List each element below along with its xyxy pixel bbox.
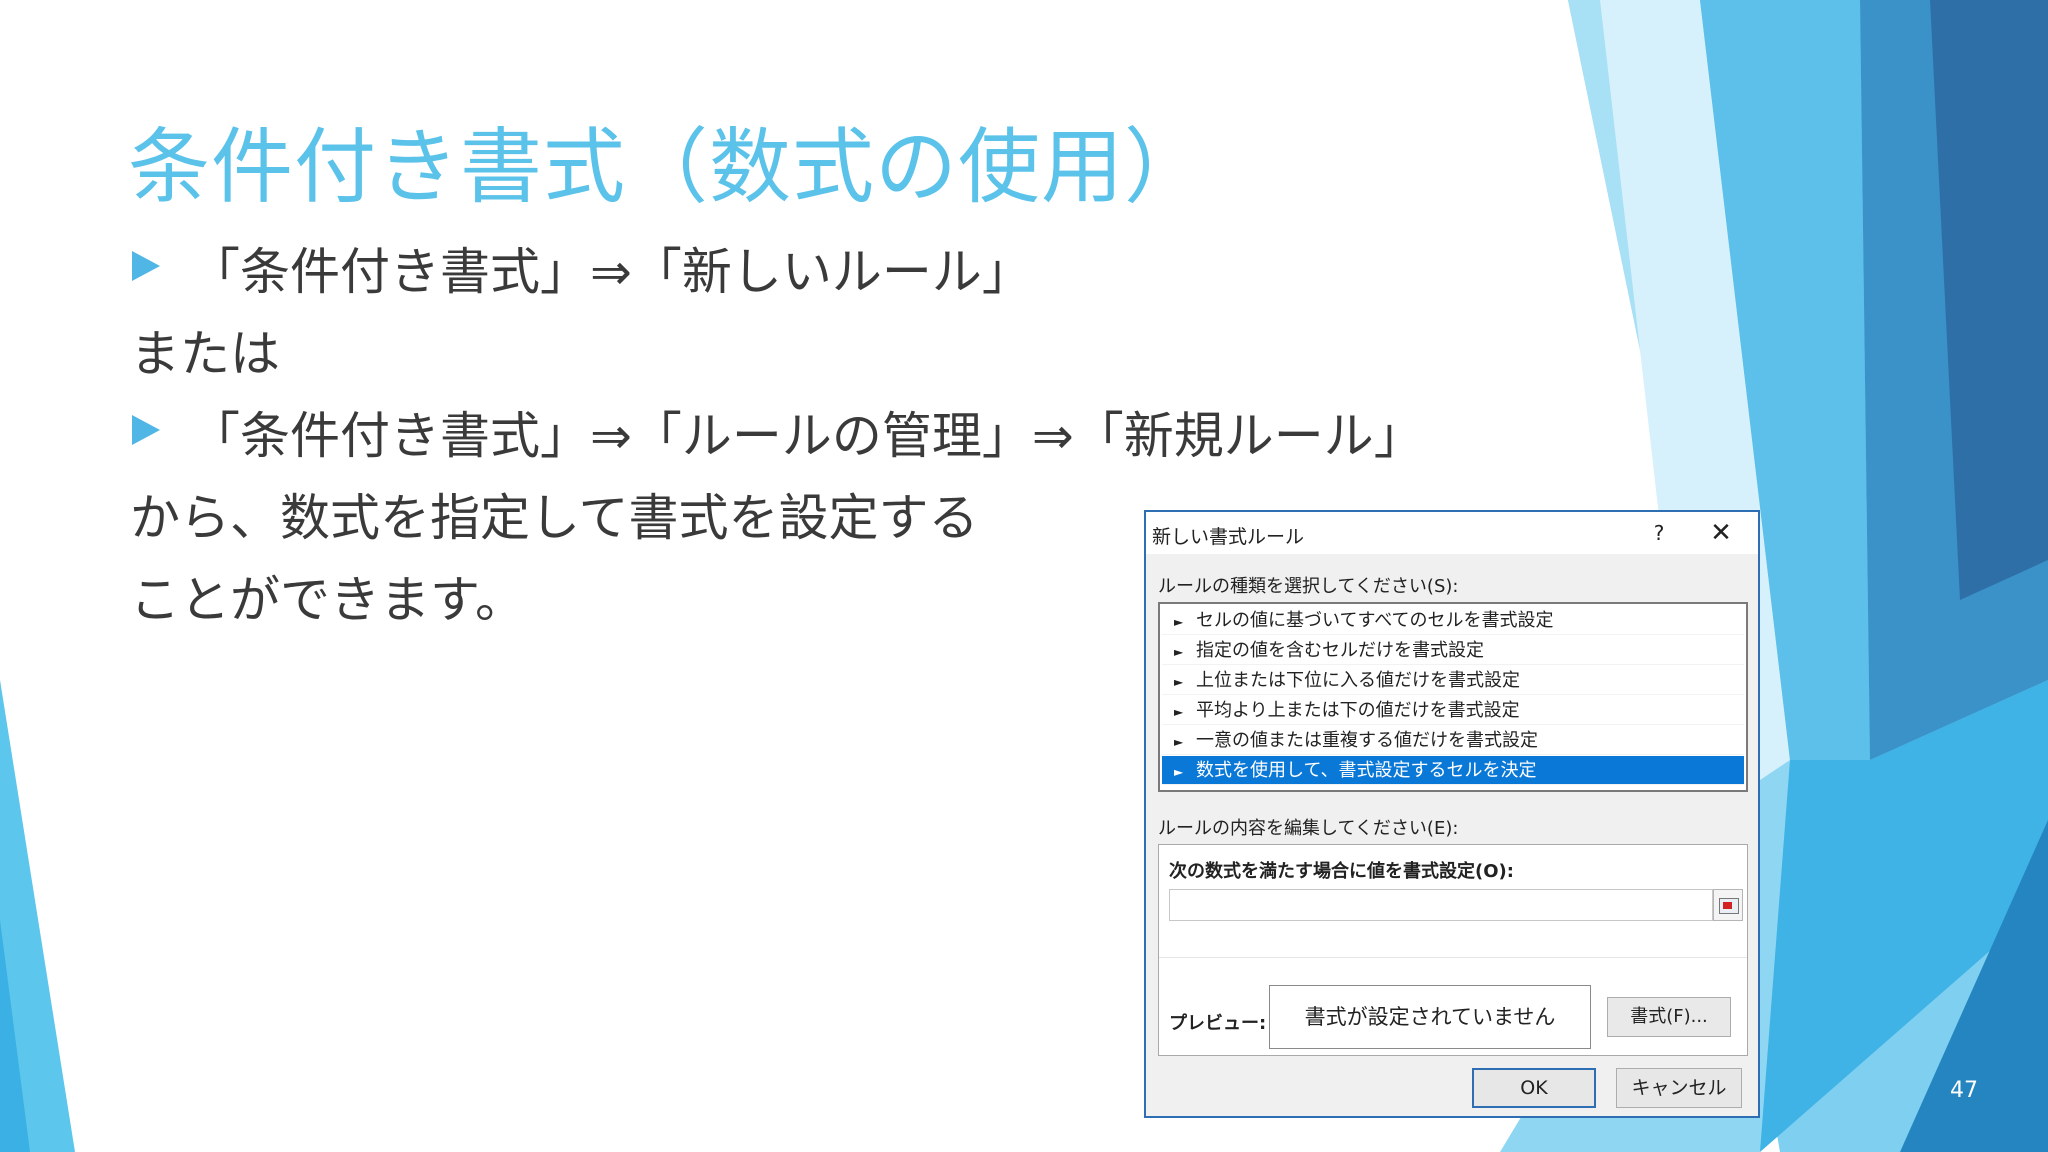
rule-type-list[interactable]: ► セルの値に基づいてすべてのセルを書式設定 ► 指定の値を含むセルだけを書式設定 … xyxy=(1158,602,1748,792)
page-number: 47 xyxy=(1950,1078,1978,1103)
rule-type-item[interactable]: ► 指定の値を含むセルだけを書式設定 xyxy=(1162,636,1744,665)
body-text-or: または xyxy=(130,325,280,383)
rule-type-item[interactable]: ► セルの値に基づいてすべてのセルを書式設定 xyxy=(1162,606,1744,635)
arrow-right-icon: ► xyxy=(1174,765,1184,779)
arrow-right-icon: ► xyxy=(1174,645,1184,659)
slide-title: 条件付き書式（数式の使用） xyxy=(128,120,1208,215)
rule-edit-panel: 次の数式を満たす場合に値を書式設定(O): プレビュー: 書式が設定されていませ… xyxy=(1158,844,1748,1056)
body-text-line4: から、数式を指定して書式を設定する xyxy=(130,489,979,547)
arrow-right-icon: ► xyxy=(1174,705,1184,719)
range-select-button[interactable] xyxy=(1713,889,1743,921)
formula-input[interactable] xyxy=(1169,889,1713,921)
range-marker-icon xyxy=(1723,902,1732,909)
rule-type-label-text: 平均より上または下の値だけを書式設定 xyxy=(1196,700,1520,721)
new-format-rule-dialog: 新しい書式ルール ? ✕ ルールの種類を選択してください(S): ► セルの値に基… xyxy=(1144,510,1760,1118)
rule-type-label-text: 数式を使用して、書式設定するセルを決定 xyxy=(1196,760,1537,781)
bullet-icon xyxy=(132,251,160,281)
cancel-button[interactable]: キャンセル xyxy=(1616,1068,1742,1108)
rule-type-item[interactable]: ► 上位または下位に入る値だけを書式設定 xyxy=(1162,666,1744,695)
arrow-right-icon: ► xyxy=(1174,675,1184,689)
edit-rule-label: ルールの内容を編集してください(E): xyxy=(1158,818,1459,839)
arrow-right-icon: ► xyxy=(1174,735,1184,749)
close-button[interactable]: ✕ xyxy=(1706,518,1736,548)
arrow-right-icon: ► xyxy=(1174,615,1184,629)
rule-type-label-text: 上位または下位に入る値だけを書式設定 xyxy=(1196,670,1520,691)
format-preview: 書式が設定されていません xyxy=(1269,985,1591,1049)
dialog-titlebar: 新しい書式ルール ? ✕ xyxy=(1146,512,1758,554)
rule-type-label-text: 一意の値または重複する値だけを書式設定 xyxy=(1196,730,1538,751)
rule-type-item[interactable]: ► 一意の値または重複する値だけを書式設定 xyxy=(1162,726,1744,755)
formula-label: 次の数式を満たす場合に値を書式設定(O): xyxy=(1169,861,1514,882)
panel-divider xyxy=(1159,957,1747,958)
bullet-icon xyxy=(132,415,160,445)
ok-button[interactable]: OK xyxy=(1472,1068,1596,1108)
help-button[interactable]: ? xyxy=(1644,518,1674,548)
format-button[interactable]: 書式(F)... xyxy=(1607,997,1731,1037)
rule-type-label-text: セルの値に基づいてすべてのセルを書式設定 xyxy=(1196,610,1554,631)
menu-path-1: 「条件付き書式」⇒「新しいルール」 xyxy=(190,243,1032,301)
rule-type-label-text: 指定の値を含むセルだけを書式設定 xyxy=(1196,640,1484,661)
rule-type-item-selected[interactable]: ► 数式を使用して、書式設定するセルを決定 xyxy=(1162,756,1744,785)
rule-type-item[interactable]: ► 平均より上または下の値だけを書式設定 xyxy=(1162,696,1744,725)
body-text-line5: ことができます。 xyxy=(130,571,525,629)
dialog-title: 新しい書式ルール xyxy=(1152,526,1305,548)
preview-label: プレビュー: xyxy=(1169,1013,1267,1034)
menu-path-2: 「条件付き書式」⇒「ルールの管理」⇒「新規ルール」 xyxy=(190,407,1424,465)
rule-type-label: ルールの種類を選択してください(S): xyxy=(1158,576,1459,597)
